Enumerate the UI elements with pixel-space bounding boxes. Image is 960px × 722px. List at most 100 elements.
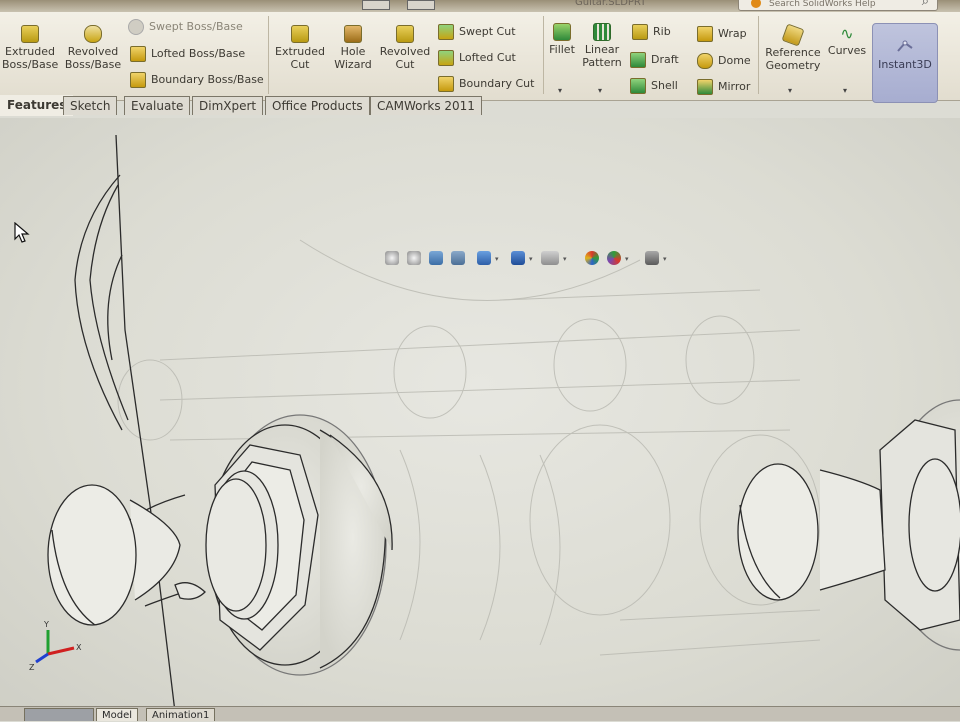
document-title: Guitar.SLDPRT bbox=[575, 0, 647, 8]
rib-icon bbox=[632, 24, 648, 40]
swept-cut-button[interactable]: Swept Cut bbox=[438, 24, 516, 40]
extruded-boss-button[interactable]: Extruded Boss/Base bbox=[2, 25, 58, 71]
tab-evaluate[interactable]: Evaluate bbox=[124, 96, 191, 115]
swept-boss-button[interactable]: Swept Boss/Base bbox=[128, 19, 243, 35]
boundary-cut-label: Boundary Cut bbox=[459, 77, 535, 90]
triad-x-axis bbox=[47, 646, 75, 656]
tab-model[interactable]: Model bbox=[96, 708, 139, 721]
boundary-boss-button[interactable]: Boundary Boss/Base bbox=[130, 72, 264, 88]
shell-button[interactable]: Shell bbox=[630, 78, 678, 94]
wrap-label: Wrap bbox=[718, 27, 747, 40]
model-tabs-bar: Model Animation1 bbox=[0, 706, 960, 721]
chevron-down-icon[interactable]: ▾ bbox=[788, 86, 792, 95]
revolved-boss-button[interactable]: Revolved Boss/Base bbox=[64, 25, 122, 71]
draft-label: Draft bbox=[651, 53, 679, 66]
view-orientation-icon[interactable] bbox=[477, 251, 491, 265]
dome-button[interactable]: Dome bbox=[697, 53, 751, 69]
command-manager: Extruded Boss/Base Revolved Boss/Base Sw… bbox=[0, 12, 960, 103]
extruded-cut-icon bbox=[291, 25, 309, 43]
search-help-input[interactable]: Search SolidWorks Help ⌕ bbox=[738, 0, 938, 11]
mouse-cursor-icon bbox=[14, 222, 30, 243]
zoom-area-icon[interactable] bbox=[407, 251, 421, 265]
zoom-to-fit-icon[interactable] bbox=[385, 251, 399, 265]
draft-button[interactable]: Draft bbox=[630, 52, 679, 68]
linear-pattern-button[interactable]: Linear Pattern bbox=[580, 23, 624, 69]
tab-dimxpert[interactable]: DimXpert bbox=[192, 96, 264, 115]
rib-button[interactable]: Rib bbox=[632, 24, 671, 40]
tab-office-products[interactable]: Office Products bbox=[265, 96, 370, 115]
search-icon[interactable]: ⌕ bbox=[922, 0, 929, 9]
boundary-cut-button[interactable]: Boundary Cut bbox=[438, 76, 534, 92]
linear-pattern-label-1: Linear bbox=[584, 43, 620, 56]
command-manager-tabs: Features Sketch Evaluate DimXpert Office… bbox=[0, 95, 960, 118]
tab-label: Office Products bbox=[272, 99, 363, 113]
help-icon bbox=[751, 0, 761, 8]
extruded-boss-label-2: Boss/Base bbox=[2, 58, 59, 71]
graphics-area[interactable]: ▾ ▾ ▾ ▾ ▾ Y X Z bbox=[0, 118, 960, 710]
section-view-icon[interactable] bbox=[451, 251, 465, 265]
hide-show-icon[interactable] bbox=[541, 251, 559, 265]
chevron-down-icon[interactable]: ▾ bbox=[625, 255, 629, 263]
chevron-down-icon[interactable]: ▾ bbox=[598, 86, 602, 95]
chevron-down-icon[interactable]: ▾ bbox=[558, 86, 562, 95]
window-button[interactable] bbox=[407, 0, 435, 10]
lofted-boss-icon bbox=[130, 46, 146, 62]
window-button[interactable] bbox=[362, 0, 390, 10]
shell-label: Shell bbox=[651, 79, 678, 92]
dome-label: Dome bbox=[718, 54, 751, 67]
revolved-cut-button[interactable]: Revolved Cut bbox=[378, 25, 432, 71]
tab-sketch[interactable]: Sketch bbox=[63, 96, 118, 115]
ribbon-separator bbox=[543, 16, 544, 94]
lofted-boss-label: Lofted Boss/Base bbox=[151, 47, 246, 60]
tab-scroll[interactable] bbox=[24, 708, 94, 721]
extruded-cut-button[interactable]: Extruded Cut bbox=[274, 25, 326, 71]
tab-label: Animation1 bbox=[152, 710, 210, 721]
linear-pattern-icon bbox=[593, 23, 611, 41]
boundary-cut-icon bbox=[438, 76, 454, 92]
revolved-cut-label-1: Revolved bbox=[379, 45, 431, 58]
hole-wizard-label-1: Hole bbox=[340, 45, 366, 58]
lofted-cut-button[interactable]: Lofted Cut bbox=[438, 50, 516, 66]
wrap-button[interactable]: Wrap bbox=[697, 26, 747, 42]
view-settings-icon[interactable] bbox=[645, 251, 659, 265]
ribbon-separator bbox=[268, 16, 269, 94]
reference-triad: Y X Z bbox=[29, 620, 82, 672]
fillet-button[interactable]: Fillet bbox=[547, 23, 577, 56]
model-view[interactable] bbox=[0, 118, 960, 710]
chevron-down-icon[interactable]: ▾ bbox=[529, 255, 533, 263]
instant3d-icon bbox=[897, 40, 913, 52]
draft-icon bbox=[630, 52, 646, 68]
chevron-down-icon[interactable]: ▾ bbox=[843, 86, 847, 95]
edit-appearance-icon[interactable] bbox=[585, 251, 599, 265]
previous-view-icon[interactable] bbox=[429, 251, 443, 265]
rib-label: Rib bbox=[653, 25, 671, 38]
tab-label: CAMWorks 2011 bbox=[377, 99, 475, 113]
hole-wizard-button[interactable]: Hole Wizard bbox=[330, 25, 376, 71]
mirror-icon bbox=[697, 79, 713, 95]
tab-camworks[interactable]: CAMWorks 2011 bbox=[370, 96, 482, 115]
apply-scene-icon[interactable] bbox=[607, 251, 621, 265]
hole-wizard-label-2: Wizard bbox=[334, 58, 372, 71]
display-style-icon[interactable] bbox=[511, 251, 525, 265]
reference-geometry-icon bbox=[781, 23, 805, 47]
chevron-down-icon[interactable]: ▾ bbox=[495, 255, 499, 263]
mirror-button[interactable]: Mirror bbox=[697, 79, 750, 95]
curves-button[interactable]: ∿ Curves bbox=[826, 26, 868, 58]
boundary-boss-icon bbox=[130, 72, 146, 88]
ribbon-separator bbox=[758, 16, 759, 94]
extruded-cut-label-2: Cut bbox=[290, 58, 310, 71]
wrap-icon bbox=[697, 26, 713, 42]
fillet-icon bbox=[553, 23, 571, 41]
reference-geometry-label-1: Reference bbox=[765, 46, 821, 59]
chevron-down-icon[interactable]: ▾ bbox=[563, 255, 567, 263]
search-placeholder: Search SolidWorks Help bbox=[769, 0, 876, 9]
tab-label: DimXpert bbox=[199, 99, 257, 113]
triad-z-axis bbox=[35, 652, 49, 664]
tab-label: Features bbox=[7, 98, 67, 112]
reference-geometry-button[interactable]: Reference Geometry bbox=[762, 23, 824, 72]
chevron-down-icon[interactable]: ▾ bbox=[663, 255, 667, 263]
swept-cut-label: Swept Cut bbox=[459, 25, 516, 38]
lofted-boss-button[interactable]: Lofted Boss/Base bbox=[130, 46, 245, 62]
tab-animation1[interactable]: Animation1 bbox=[146, 708, 216, 721]
instant3d-button[interactable]: Instant3D bbox=[872, 23, 938, 103]
